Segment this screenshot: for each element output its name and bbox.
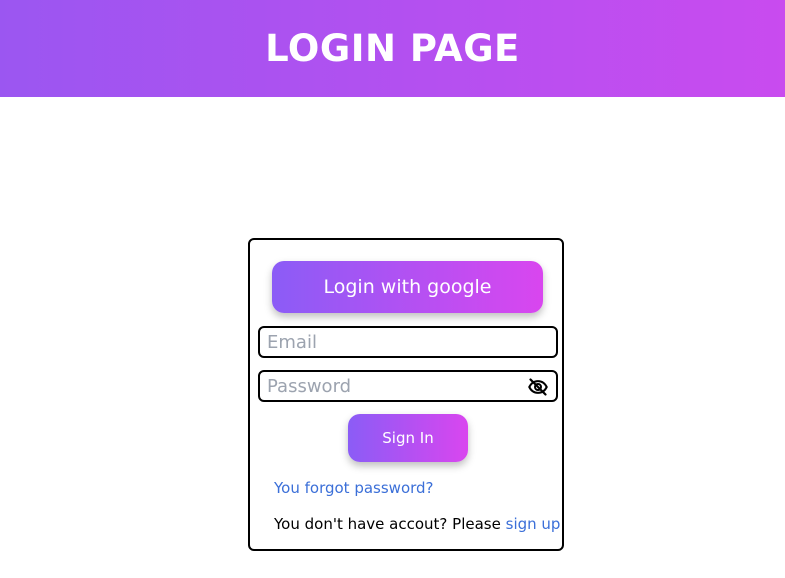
- login-card: Login with google Sign In You forgot pas…: [248, 238, 564, 551]
- sign-in-button[interactable]: Sign In: [348, 414, 468, 462]
- page-header: LOGIN PAGE: [0, 0, 785, 97]
- email-field: [258, 326, 558, 358]
- password-field: [258, 370, 558, 402]
- eye-slash-icon[interactable]: [528, 377, 548, 397]
- login-with-google-button[interactable]: Login with google: [272, 261, 543, 313]
- sign-up-link[interactable]: sign up: [506, 515, 561, 533]
- email-input[interactable]: [260, 328, 522, 356]
- forgot-password-link[interactable]: You forgot password?: [274, 479, 434, 497]
- signup-prompt-text: You don't have accout? Please: [274, 515, 501, 533]
- page-title: LOGIN PAGE: [265, 27, 520, 70]
- signup-prompt-line: You don't have accout? Please sign up: [274, 515, 560, 533]
- password-input[interactable]: [260, 372, 522, 400]
